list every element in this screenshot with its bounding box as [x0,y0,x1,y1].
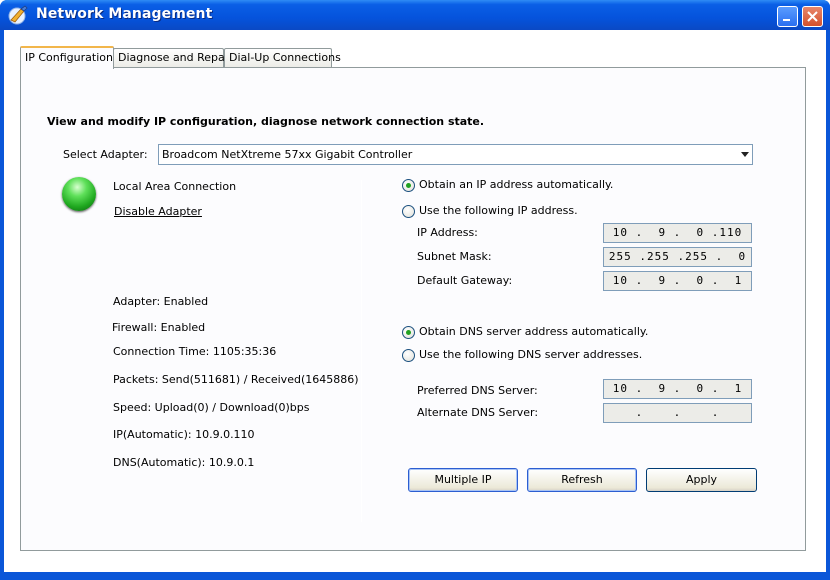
apply-button[interactable]: Apply [646,468,757,492]
connection-name: Local Area Connection [113,180,237,193]
refresh-button[interactable]: Refresh [527,468,637,492]
adapter-select-value: Broadcom NetXtreme 57xx Gigabit Controll… [162,148,413,161]
dns-info: DNS(Automatic): 10.9.0.1 [113,456,255,469]
adapter-status: Adapter: Enabled [113,295,209,308]
disable-adapter-link[interactable]: Disable Adapter [114,205,202,218]
client-background: IP Configuration Diagnose and Repair Dia… [4,30,826,572]
firewall-status: Firewall: Enabled [112,321,206,334]
vertical-divider [361,180,362,522]
close-button[interactable] [802,6,823,27]
preferred-dns-field[interactable]: 10 . 9 . 0 . 1 [603,379,752,399]
speed-info: Speed: Upload(0) / Download(0)bps [113,401,310,414]
ip-auto-label[interactable]: Obtain an IP address automatically. [419,178,613,191]
tab-label: Dial-Up Connections [229,51,341,64]
preferred-dns-label: Preferred DNS Server: [417,384,538,397]
alternate-dns-label: Alternate DNS Server: [417,406,539,419]
client-area: IP Configuration Diagnose and Repair Dia… [4,30,826,572]
dns-manual-label[interactable]: Use the following DNS server addresses. [419,348,642,361]
minimize-icon [783,19,790,21]
network-tool-icon [8,5,28,25]
title-bar[interactable]: Network Management [0,0,830,30]
close-icon [807,11,818,22]
tab-label: IP Configuration [25,51,113,64]
connection-status-icon [62,177,96,211]
ip-manual-radio[interactable] [402,205,415,218]
dns-manual-radio[interactable] [402,349,415,362]
tab-label: Diagnose and Repair [118,51,233,64]
alternate-dns-field[interactable]: . . . [603,403,752,423]
subnet-mask-label: Subnet Mask: [417,250,492,263]
app-window: Network Management IP Configuration Diag… [0,0,830,580]
ip-address-field[interactable]: 10 . 9 . 0 .110 [603,223,752,243]
minimize-button[interactable] [777,6,798,27]
connection-time: Connection Time: 1105:35:36 [113,345,277,358]
select-adapter-label: Select Adapter: [63,148,148,161]
window-title: Network Management [36,6,213,22]
dns-auto-radio[interactable] [402,326,415,339]
adapter-select[interactable]: Broadcom NetXtreme 57xx Gigabit Controll… [158,144,753,165]
ip-info: IP(Automatic): 10.9.0.110 [113,428,255,441]
default-gateway-label: Default Gateway: [417,274,513,287]
multiple-ip-button[interactable]: Multiple IP [408,468,518,492]
tab-dial-up-connections[interactable]: Dial-Up Connections [224,48,341,68]
tab-ip-configuration[interactable]: IP Configuration [20,46,114,69]
default-gateway-field[interactable]: 10 . 9 . 0 . 1 [603,271,752,291]
ip-address-label: IP Address: [417,226,478,239]
subnet-mask-field[interactable]: 255 .255 .255 . 0 [603,247,752,267]
ip-auto-radio[interactable] [402,179,415,192]
packets-info: Packets: Send(511681) / Received(1645886… [113,373,359,386]
page-heading: View and modify IP configuration, diagno… [47,115,485,128]
tab-diagnose-and-repair[interactable]: Diagnose and Repair [113,48,232,68]
ip-manual-label[interactable]: Use the following IP address. [419,204,578,217]
dns-auto-label[interactable]: Obtain DNS server address automatically. [419,325,648,338]
chevron-down-icon[interactable] [741,152,749,157]
